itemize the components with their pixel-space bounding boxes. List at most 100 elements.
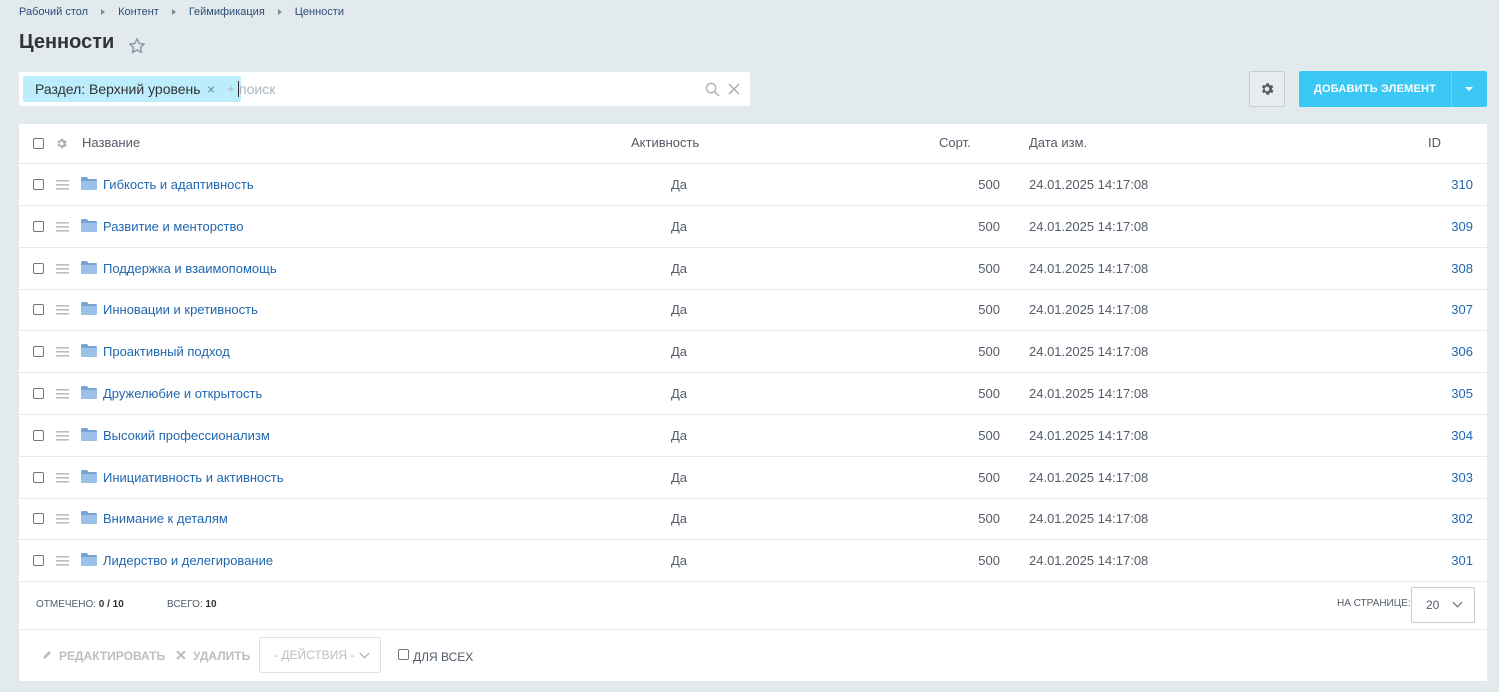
- row-active: Да: [671, 260, 688, 276]
- row-name-link[interactable]: Внимание к деталям: [103, 511, 228, 526]
- column-header-active[interactable]: Активность: [631, 135, 699, 150]
- row-id-link[interactable]: 304: [1451, 428, 1473, 443]
- breadcrumb-gamification[interactable]: Геймификация: [189, 6, 265, 18]
- drag-handle-icon[interactable]: [56, 430, 69, 441]
- row-sort: 500: [978, 386, 1000, 401]
- row-date: 24.01.2025 14:17:08: [1029, 218, 1149, 234]
- breadcrumb-separator-icon: [277, 9, 282, 15]
- table-row[interactable]: Гибкость и адаптивность Да 500 24.01.202…: [19, 164, 1487, 206]
- search-input[interactable]: [239, 78, 699, 100]
- table-row[interactable]: Поддержка и взаимопомощь Да 500 24.01.20…: [19, 248, 1487, 290]
- row-id-link[interactable]: 306: [1451, 344, 1473, 359]
- row-active: Да: [671, 302, 688, 318]
- row-id-link[interactable]: 303: [1451, 470, 1473, 485]
- row-name-link[interactable]: Поддержка и взаимопомощь: [103, 261, 277, 276]
- filter-bar[interactable]: Раздел: Верхний уровень × +: [19, 72, 750, 106]
- per-page-select[interactable]: 20: [1411, 587, 1475, 623]
- row-name-link[interactable]: Гибкость и адаптивность: [103, 177, 254, 192]
- row-date: 24.01.2025 14:17:08: [1029, 553, 1149, 569]
- row-date: 24.01.2025 14:17:08: [1029, 344, 1149, 360]
- column-header-name[interactable]: Название: [82, 135, 140, 150]
- drag-handle-icon[interactable]: [56, 221, 69, 232]
- row-checkbox[interactable]: [33, 471, 44, 483]
- row-checkbox[interactable]: [33, 304, 44, 316]
- row-name-link[interactable]: Дружелюбие и открытость: [103, 386, 262, 401]
- row-name-link[interactable]: Высокий профессионализм: [103, 428, 270, 443]
- row-active: Да: [671, 427, 688, 443]
- drag-handle-icon[interactable]: [56, 556, 69, 566]
- row-checkbox[interactable]: [33, 388, 44, 399]
- table-row[interactable]: Проактивный подход Да 500 24.01.2025 14:…: [19, 331, 1487, 374]
- drag-handle-icon[interactable]: [56, 472, 69, 483]
- gear-icon: [1261, 83, 1274, 95]
- table-row[interactable]: Инициативность и активность Да 500 24.01…: [19, 457, 1487, 499]
- dropdown-arrow-icon[interactable]: [1465, 87, 1473, 91]
- row-active: Да: [671, 218, 688, 234]
- chevron-down-icon: [1452, 597, 1463, 608]
- row-id-link[interactable]: 301: [1451, 553, 1473, 568]
- table-row[interactable]: Развитие и менторство Да 500 24.01.2025 …: [19, 206, 1487, 248]
- actions-select-value: - ДЕЙСТВИЯ -: [274, 648, 355, 662]
- drag-handle-icon[interactable]: [56, 514, 69, 524]
- row-checkbox[interactable]: [33, 429, 44, 441]
- breadcrumb: Рабочий стол Контент Геймификация Ценнос…: [19, 6, 344, 18]
- breadcrumb-desktop[interactable]: Рабочий стол: [19, 6, 88, 18]
- row-id-link[interactable]: 307: [1451, 302, 1473, 317]
- close-icon[interactable]: [728, 83, 740, 95]
- folder-icon: [81, 302, 97, 316]
- row-sort: 500: [978, 344, 1000, 360]
- column-header-id[interactable]: ID: [1428, 135, 1441, 150]
- row-id-link[interactable]: 302: [1451, 511, 1473, 526]
- table-row[interactable]: Высокий профессионализм Да 500 24.01.202…: [19, 415, 1487, 457]
- row-name-link[interactable]: Развитие и менторство: [103, 219, 243, 234]
- row-sort: 500: [978, 553, 1000, 569]
- drag-handle-icon[interactable]: [56, 389, 69, 399]
- table-row[interactable]: Дружелюбие и открытость Да 500 24.01.202…: [19, 373, 1487, 415]
- chip-close-icon[interactable]: ×: [207, 76, 215, 102]
- edit-button[interactable]: РЕДАКТИРОВАТЬ: [43, 649, 165, 663]
- row-checkbox[interactable]: [33, 513, 44, 525]
- select-all-checkbox[interactable]: [33, 138, 44, 149]
- breadcrumb-separator-icon: [171, 9, 176, 15]
- row-checkbox[interactable]: [33, 346, 44, 358]
- row-sort: 500: [978, 302, 1000, 318]
- chevron-down-icon: [359, 648, 370, 659]
- breadcrumb-content[interactable]: Контент: [118, 6, 159, 18]
- drag-handle-icon[interactable]: [56, 347, 69, 357]
- row-active: Да: [671, 177, 688, 192]
- add-element-button[interactable]: ДОБАВИТЬ ЭЛЕМЕНТ: [1299, 71, 1487, 107]
- row-name-link[interactable]: Лидерство и делегирование: [103, 553, 273, 568]
- row-id-link[interactable]: 310: [1451, 177, 1473, 192]
- table-row[interactable]: Внимание к деталям Да 500 24.01.2025 14:…: [19, 498, 1487, 541]
- table-header: Название Активность Сорт. Дата изм. ID: [19, 124, 1487, 164]
- for-all-checkbox[interactable]: [398, 649, 409, 660]
- row-checkbox[interactable]: [33, 555, 44, 567]
- star-icon[interactable]: [128, 37, 146, 55]
- row-id-link[interactable]: 309: [1451, 219, 1473, 234]
- filter-chip-section[interactable]: Раздел: Верхний уровень ×: [23, 76, 241, 102]
- column-settings-icon[interactable]: [55, 137, 68, 150]
- search-icon[interactable]: [705, 82, 720, 97]
- drag-handle-icon[interactable]: [56, 305, 69, 315]
- drag-handle-icon[interactable]: [56, 263, 69, 274]
- row-checkbox[interactable]: [33, 220, 44, 232]
- row-id-link[interactable]: 305: [1451, 386, 1473, 401]
- row-name-link[interactable]: Инновации и кретивность: [103, 302, 258, 317]
- action-panel: РЕДАКТИРОВАТЬ УДАЛИТЬ - ДЕЙСТВИЯ - ДЛЯ В…: [19, 630, 1487, 681]
- row-name-link[interactable]: Инициативность и активность: [103, 470, 284, 485]
- row-checkbox[interactable]: [33, 179, 44, 190]
- settings-button[interactable]: [1249, 71, 1285, 107]
- row-name-link[interactable]: Проактивный подход: [103, 344, 230, 359]
- column-header-sort[interactable]: Сорт.: [939, 135, 971, 150]
- breadcrumb-values[interactable]: Ценности: [295, 6, 344, 18]
- per-page-value: 20: [1426, 598, 1440, 612]
- drag-handle-icon[interactable]: [56, 180, 69, 190]
- actions-select[interactable]: - ДЕЙСТВИЯ -: [259, 637, 381, 673]
- delete-button[interactable]: УДАЛИТЬ: [176, 649, 250, 663]
- table-row[interactable]: Лидерство и делегирование Да 500 24.01.2…: [19, 540, 1487, 583]
- row-checkbox[interactable]: [33, 262, 44, 274]
- row-id-link[interactable]: 308: [1451, 261, 1473, 276]
- row-sort: 500: [978, 427, 1000, 443]
- column-header-date[interactable]: Дата изм.: [1029, 135, 1087, 150]
- table-row[interactable]: Инновации и кретивность Да 500 24.01.202…: [19, 289, 1487, 332]
